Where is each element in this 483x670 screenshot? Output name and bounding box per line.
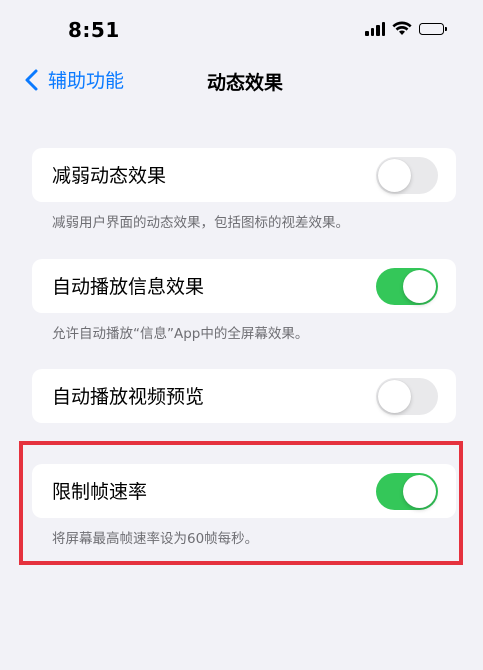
toggle-knob (403, 475, 436, 508)
auto-play-video-previews-toggle[interactable] (376, 378, 438, 415)
setting-label: 自动播放视频预览 (52, 386, 205, 408)
cellular-signal-icon (365, 21, 385, 36)
setting-row-auto-play-message-effects: 自动播放信息效果 (32, 259, 456, 313)
status-time: 8:51 (68, 18, 120, 42)
navigation-bar: 辅助功能 动态效果 (10, 58, 476, 102)
setting-label: 减弱动态效果 (52, 165, 167, 187)
toggle-knob (378, 380, 411, 413)
wifi-icon (392, 21, 412, 35)
setting-row-auto-play-video-previews: 自动播放视频预览 (32, 369, 456, 423)
limit-frame-rate-toggle[interactable] (376, 473, 438, 510)
setting-footer: 减弱用户界面的动态效果，包括图标的视差效果。 (52, 215, 349, 231)
setting-footer: 允许自动播放“信息”App中的全屏幕效果。 (52, 326, 309, 342)
setting-footer: 将屏幕最高帧速率设为60帧每秒。 (52, 531, 259, 547)
setting-label: 限制帧速率 (52, 481, 148, 503)
settings-screen: 8:51 辅助功能 动态效果 减弱动态效果 减弱用户界面的动态效果，包括图标的视… (10, 0, 476, 670)
setting-row-limit-frame-rate: 限制帧速率 (32, 464, 456, 518)
setting-label: 自动播放信息效果 (52, 276, 205, 298)
status-icons (365, 21, 447, 36)
reduce-motion-toggle[interactable] (376, 157, 438, 194)
toggle-knob (378, 159, 411, 192)
toggle-knob (403, 270, 436, 303)
battery-icon (419, 22, 447, 35)
page-title: 动态效果 (206, 72, 283, 94)
auto-play-message-effects-toggle[interactable] (376, 268, 438, 305)
setting-row-reduce-motion: 减弱动态效果 (32, 148, 456, 202)
status-bar: 8:51 (10, 0, 476, 58)
